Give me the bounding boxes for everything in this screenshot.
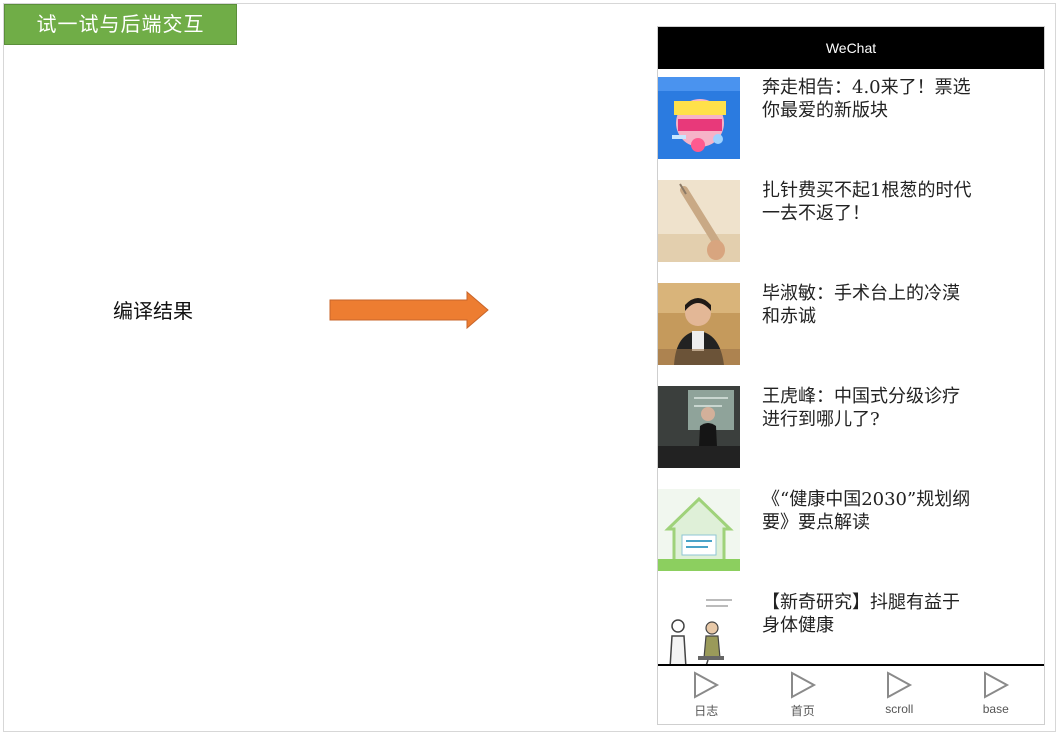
play-triangle-icon bbox=[790, 671, 816, 699]
cartoon-thumbnail bbox=[658, 592, 740, 666]
news-item[interactable]: 【新奇研究】抖腿有益于身体健康 bbox=[658, 584, 1044, 666]
play-triangle-icon bbox=[694, 671, 720, 699]
speaker-thumbnail bbox=[658, 386, 740, 468]
slide-title: 试一试与后端交互 bbox=[4, 4, 237, 45]
tab-home[interactable]: 首页 bbox=[755, 666, 852, 724]
news-title: 毕淑敏：手术台上的冷漠和赤诚 bbox=[762, 283, 960, 327]
play-triangle-icon bbox=[983, 671, 1009, 699]
news-item[interactable]: 奔走相告：4.0来了！票选你最爱的新版块 bbox=[658, 69, 1044, 172]
app-header: WeChat bbox=[658, 27, 1044, 69]
tab-label: 日志 bbox=[694, 704, 719, 718]
portrait-thumbnail bbox=[658, 283, 740, 365]
tab-label: 首页 bbox=[790, 704, 815, 718]
tab-label: scroll bbox=[885, 702, 914, 716]
banner-thumbnail bbox=[658, 77, 740, 159]
tab-label: base bbox=[982, 702, 1009, 716]
news-title: 扎针费买不起1根葱的时代一去不返了！ bbox=[762, 180, 972, 224]
right-arrow-icon bbox=[329, 291, 489, 330]
news-list[interactable]: 奔走相告：4.0来了！票选你最爱的新版块 扎针费买不起1根葱的时代一去不返了！ bbox=[658, 69, 1044, 666]
compile-result-label: 编译结果 bbox=[113, 299, 193, 323]
tab-log[interactable]: 日志 bbox=[658, 666, 755, 724]
news-item[interactable]: 王虎峰：中国式分级诊疗进行到哪儿了? bbox=[658, 378, 1044, 481]
syringe-thumbnail bbox=[658, 180, 740, 262]
tab-bar: 日志 首页 scroll base bbox=[658, 664, 1044, 724]
tab-scroll[interactable]: scroll bbox=[851, 666, 948, 724]
news-item[interactable]: 《“健康中国2030”规划纲要》要点解读 bbox=[658, 481, 1044, 584]
tab-base[interactable]: base bbox=[948, 666, 1045, 724]
news-item[interactable]: 扎针费买不起1根葱的时代一去不返了！ bbox=[658, 172, 1044, 275]
news-title: 《“健康中国2030”规划纲要》要点解读 bbox=[762, 489, 971, 533]
house-thumbnail bbox=[658, 489, 740, 571]
news-title: 奔走相告：4.0来了！票选你最爱的新版块 bbox=[762, 77, 971, 121]
news-title: 王虎峰：中国式分级诊疗进行到哪儿了? bbox=[762, 386, 960, 430]
news-title: 【新奇研究】抖腿有益于身体健康 bbox=[762, 592, 960, 636]
news-item[interactable]: 毕淑敏：手术台上的冷漠和赤诚 bbox=[658, 275, 1044, 378]
play-triangle-icon bbox=[887, 671, 913, 699]
phone-preview: WeChat 奔走相告：4.0来了！票选你最爱的新版块 扎针费买不起1根葱的时代… bbox=[657, 26, 1045, 725]
